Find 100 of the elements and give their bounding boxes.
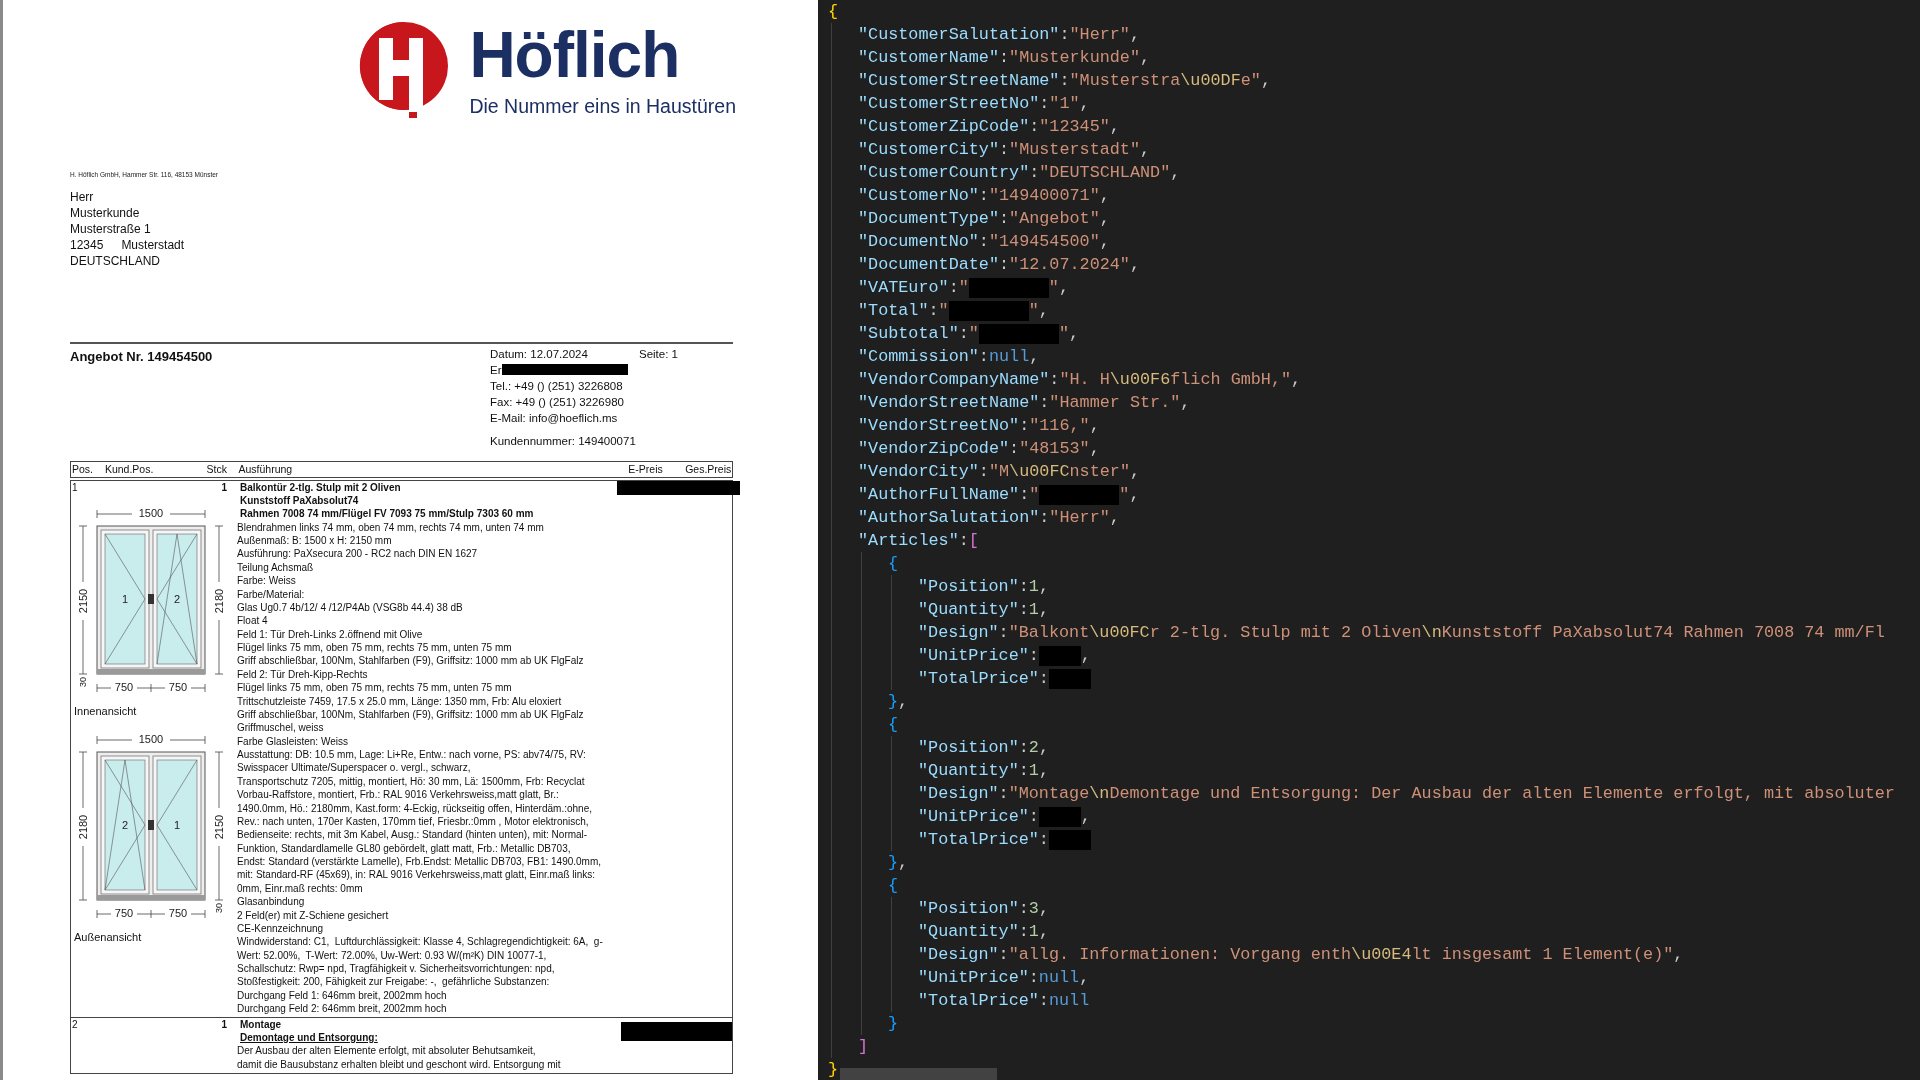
- column-header: Kund.Pos.: [103, 461, 155, 477]
- description-line: Griff abschließbar, 100Nm, Stahlfarben (F9), Griffsitz: 1000 mm ab UK FlgFalz: [237, 707, 584, 722]
- address-text: 12345: [70, 237, 104, 253]
- description-line: 2 Feld(er) mit Z-Schiene gesichert: [237, 908, 389, 922]
- description-line: Balkontür 2-tlg. Stulp mit 2 Oliven: [239, 480, 401, 494]
- description-line: Farbe Glasleisten: Weiss: [237, 734, 348, 748]
- code-text: "TotalPrice":: [918, 828, 1049, 851]
- description-line: Flügel links 75 mm, oben 75 mm, rechts 75 mm, unten 75 mm: [237, 681, 512, 695]
- code-text: "CustomerNo":"149400071",: [858, 184, 1110, 207]
- contact-text: Tel.: +49 () (251) 3226808: [490, 378, 623, 394]
- dimension-label: 30: [214, 902, 225, 913]
- code-text: "Total":": [858, 299, 949, 322]
- description-line: Außenmaß: B: 1500 x H: 2150 mm: [237, 534, 392, 548]
- column-header: Pos.: [71, 461, 94, 477]
- description-line: 0mm, Einr.maß rechts: 0mm: [237, 881, 363, 896]
- code-text: "UnitPrice":null,: [918, 966, 1090, 989]
- dimension-label: 1500: [138, 732, 164, 745]
- code-text: "CustomerZipCode":"12345",: [858, 115, 1120, 138]
- page-number: Seite: 1: [639, 346, 678, 362]
- code-text: "DocumentNo":"149454500",: [858, 230, 1110, 253]
- code-text: }: [828, 1058, 839, 1080]
- code-text: ,: [1080, 644, 1091, 667]
- dimension-label: 2180: [77, 814, 89, 839]
- code-text: "VATEuro":": [858, 276, 969, 299]
- customer-number: Kundennummer: 149400071: [490, 433, 637, 449]
- description-line: Endst: Standard (verstärkte Lamelle), Frb.Endst: Metallic DB703, FB1: 1490.0mm,: [237, 855, 602, 869]
- code-text: "CustomerSalutation":"Herr",: [858, 23, 1140, 46]
- description-line: Ausführung: PaXsecura 200 - RC2 nach DIN EN 1627: [237, 547, 478, 561]
- description-line: Griffmuschel, weiss: [237, 721, 324, 735]
- contact-text: Fax: +49 () (251) 3226980: [490, 394, 624, 410]
- description-line: Transportschutz 7205, mittig, montiert, Hö: 30 mm, Lä: 1500mm, Frb: Recyclat: [237, 774, 585, 789]
- description-line: Ausstattung: DB: 10.5 mm, Lage: Li+Re, Entw.: nach vorne, PS: abv74/75, RV:: [237, 748, 586, 762]
- code-text: },: [888, 851, 909, 874]
- dimension-label: 750: [114, 906, 134, 919]
- code-text: "Position":1,: [918, 575, 1049, 598]
- address-text: Musterstadt: [121, 237, 185, 253]
- code-text: "CustomerName":"Musterkunde",: [858, 46, 1151, 69]
- description-line: Demontage und Entsorgung:: [239, 1030, 378, 1045]
- column-header: E-Preis: [627, 461, 664, 477]
- description-line: Durchgang Feld 1: 646mm breit, 2002mm hoch: [237, 988, 447, 1003]
- pane-label: 1: [173, 818, 181, 831]
- dimension-label: 1500: [138, 506, 164, 519]
- view-caption: Innenansicht: [73, 703, 137, 718]
- code-text: "Quantity":1,: [918, 598, 1049, 621]
- description-line: Durchgang Feld 2: 646mm breit, 2002mm hoch: [237, 1002, 447, 1016]
- pane-label: 2: [173, 592, 181, 605]
- code-text: ,: [1080, 805, 1091, 828]
- position-number: 1: [71, 481, 78, 495]
- code-text: "Position":2,: [918, 736, 1049, 759]
- code-text: "Commission":null,: [858, 345, 1040, 368]
- code-text: "DocumentDate":"12.07.2024",: [858, 253, 1140, 276]
- dimension-label: 30: [78, 676, 89, 687]
- description-line: Farbe/Material:: [237, 587, 305, 601]
- code-text: "Quantity":1,: [918, 920, 1049, 943]
- code-text: "VendorCity":"M\u00FCnster",: [858, 460, 1141, 483]
- address-text: Musterstraße 1: [70, 221, 151, 237]
- code-text: "Articles":[: [858, 529, 979, 552]
- column-header: Ges.Preis: [684, 461, 732, 477]
- pane-label: 1: [121, 592, 129, 605]
- dimension-label: 750: [168, 906, 188, 919]
- dimension-label: 750: [168, 680, 188, 693]
- code-text: }: [888, 1012, 899, 1035]
- pane-label: 2: [121, 818, 129, 831]
- redaction-bar: [1038, 806, 1081, 827]
- code-text: {: [888, 874, 899, 897]
- code-text: "VendorZipCode":"48153",: [858, 437, 1100, 460]
- code-text: "Position":3,: [918, 897, 1049, 920]
- code-text: ",: [1048, 276, 1069, 299]
- dimension-label: 2180: [212, 588, 225, 613]
- code-text: "UnitPrice":: [918, 644, 1039, 667]
- dimension-label: 2150: [212, 814, 225, 839]
- contact-text: E-Mail: info@hoeflich.ms: [490, 410, 618, 426]
- description-line: Feld 2: Tür Dreh-Kipp-Rechts: [237, 667, 368, 682]
- code-text: "AuthorSalutation":"Herr",: [858, 506, 1120, 529]
- description-line: CE-Kennzeichnung: [237, 921, 324, 936]
- contact-text: Er: [490, 362, 502, 378]
- description-line: Funktion, Standardlamelle GL80 gebördelt, glatt matt, Frb.: Metallic DB703,: [237, 841, 571, 855]
- code-text: "Subtotal":": [858, 322, 979, 345]
- address-text: DEUTSCHLAND: [70, 253, 160, 269]
- description-line: Rev.: nach unten, 170er Kasten, 170mm tief, Friesbr.:0mm , Motor elektronisch,: [237, 814, 589, 829]
- code-text: "Quantity":1,: [918, 759, 1049, 782]
- description-line: Farbe: Weiss: [237, 574, 296, 588]
- brand-name: Höflich: [469, 20, 680, 90]
- code-text: },: [888, 690, 909, 713]
- description-line: damit die Bausubstanz erhalten bleibt und geschont wird. Entsorgung mit: [237, 1057, 561, 1071]
- description-line: Swisspacer Ultimate/Superspacer o. vergl., schwarz,: [237, 761, 471, 775]
- dimension-label: 2150: [77, 588, 89, 613]
- code-text: "VendorStreetName":"Hammer Str.",: [858, 391, 1191, 414]
- description-line: Blendrahmen links 74 mm, oben 74 mm, rechts 74 mm, unten 74 mm: [237, 520, 544, 534]
- description-line: Wert: 52.00%, T-Wert: 72.00%, Uw-Wert: 0.93 W/(m²K) DIN 10077-1,: [237, 948, 547, 962]
- description-line: Bedienseite: rechts, mit 3m Kabel, Ausg.: Standard (hinten unten), mit: Normal-: [237, 828, 588, 842]
- column-header: Stck: [205, 461, 228, 477]
- description-line: Windwiderstand: C1, Luftdurchlässigkeit: Klasse 4, Schlagregendichtigkeit: 6A, g-: [237, 935, 603, 949]
- code-text: "VendorCompanyName":"H. H\u00F6flich GmbH,",: [858, 368, 1302, 391]
- code-text: "CustomerStreetName":"Musterstra\u00DFe",: [858, 69, 1271, 92]
- code-text: "TotalPrice":null: [918, 989, 1090, 1012]
- quantity: 1: [221, 1018, 227, 1032]
- code-text: {: [828, 0, 839, 23]
- code-text: "VendorStreetNo":"116,",: [858, 414, 1100, 437]
- description-line: Teilung Achsmaß: [237, 560, 314, 575]
